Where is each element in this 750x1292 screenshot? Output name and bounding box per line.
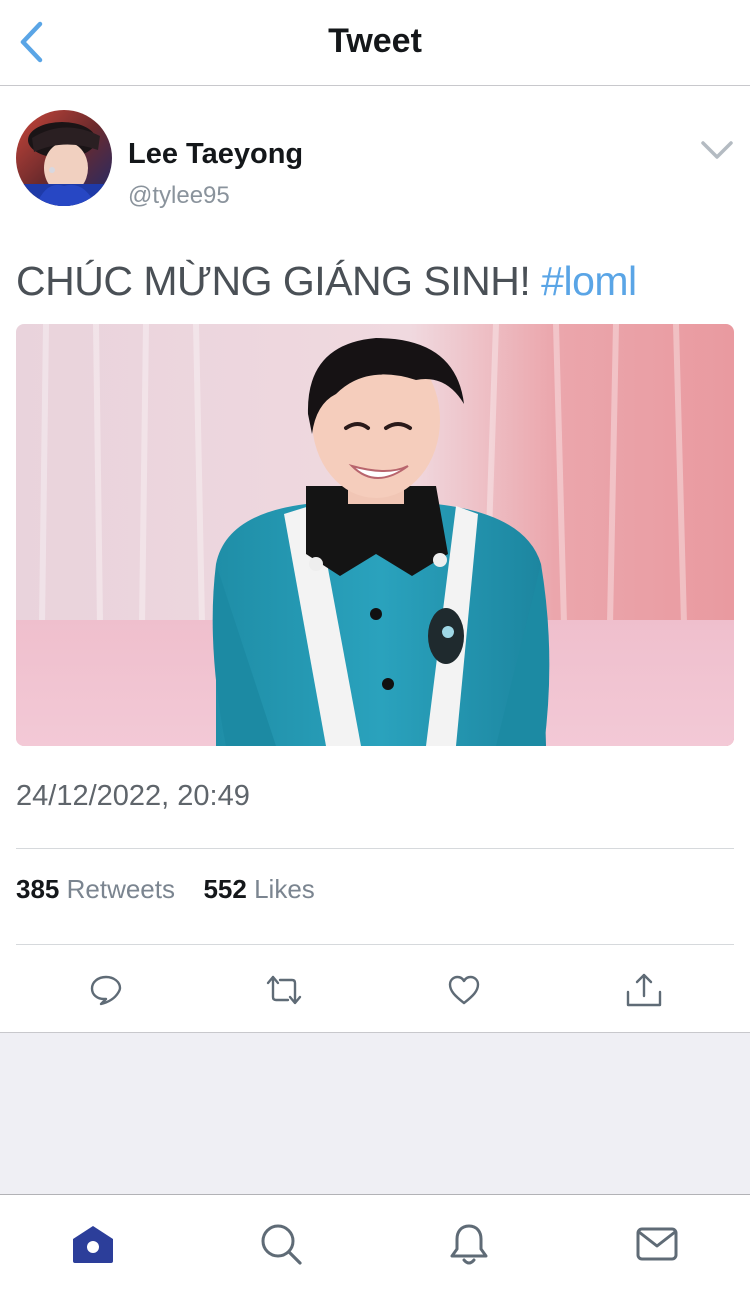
bell-icon (450, 1224, 488, 1265)
tweet-actions (16, 956, 734, 1030)
retweets-count: 385 (16, 874, 60, 904)
retweet-icon (266, 975, 302, 1005)
retweet-button[interactable] (264, 970, 304, 1010)
bottom-tab-bar (0, 1194, 750, 1292)
share-icon (626, 973, 662, 1007)
share-button[interactable] (624, 970, 664, 1010)
tweet-timestamp: 24/12/2022, 20:49 (16, 780, 250, 812)
reply-button[interactable] (86, 970, 126, 1010)
author-handle[interactable]: @tylee95 (128, 182, 230, 210)
divider (16, 848, 734, 849)
tweet-text: CHÚC MỪNG GIÁNG SINH! #loml (16, 258, 637, 305)
tweet-photo[interactable] (16, 324, 734, 746)
tab-notifications[interactable] (444, 1219, 494, 1269)
chevron-down-icon (701, 141, 733, 159)
tab-home[interactable] (68, 1219, 118, 1269)
tweet-author: Lee Taeyong @tylee95 (16, 110, 734, 210)
top-nav-bar: Tweet (0, 0, 750, 86)
tab-messages[interactable] (632, 1219, 682, 1269)
avatar[interactable] (16, 110, 112, 206)
likes-stat[interactable]: 552 Likes (203, 874, 314, 904)
hashtag-link[interactable]: #loml (541, 258, 637, 304)
envelope-icon (636, 1227, 678, 1261)
likes-count: 552 (203, 874, 247, 904)
divider (16, 944, 734, 945)
retweets-stat[interactable]: 385 Retweets (16, 874, 175, 904)
home-icon (73, 1226, 113, 1263)
likes-label: Likes (246, 874, 315, 904)
like-icon (448, 975, 480, 1005)
tweet-stats: 385 Retweets 552 Likes (16, 874, 315, 905)
search-icon (261, 1224, 302, 1265)
tab-search[interactable] (256, 1219, 306, 1269)
author-name[interactable]: Lee Taeyong (128, 138, 303, 171)
tweet-text-body: CHÚC MỪNG GIÁNG SINH! (16, 258, 542, 304)
reply-icon (90, 975, 122, 1006)
like-button[interactable] (444, 970, 484, 1010)
empty-replies-area (0, 1032, 750, 1194)
tweet-options-button[interactable] (700, 136, 734, 166)
retweets-label: Retweets (59, 874, 175, 904)
page-title: Tweet (328, 22, 422, 60)
